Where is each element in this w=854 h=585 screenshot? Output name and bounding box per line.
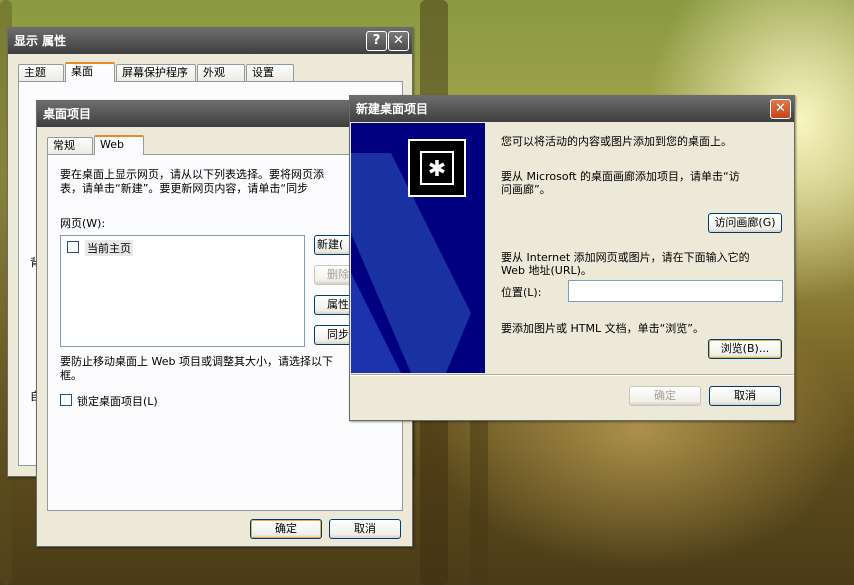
wizard-banner: ✱ [351, 123, 485, 373]
webpages-list[interactable]: 当前主页 [60, 235, 305, 347]
html-text: 要添加图片或 HTML 文档，单击“浏览”。 [501, 322, 704, 335]
list-item-label: 当前主页 [85, 240, 133, 256]
tab-screensaver[interactable]: 屏幕保护程序 [116, 64, 196, 81]
ok-button[interactable]: 确定 [629, 386, 701, 406]
webpages-label: 网页(W): [60, 217, 106, 230]
cancel-button[interactable]: 取消 [709, 386, 781, 406]
title-bar: 新建桌面项目 ✕ [350, 96, 794, 122]
tab-theme[interactable]: 主题 [18, 64, 64, 81]
divider [351, 374, 793, 376]
window-title: 显示 属性 [14, 34, 67, 48]
new-desktop-item-dialog: 新建桌面项目 ✕ ✱ 您可以将活动的内容或图片添加到您的桌面上。 要从 Micr… [349, 95, 795, 421]
internet-text: Web 地址(URL)。 [501, 264, 592, 277]
tab-web[interactable]: Web [94, 135, 144, 155]
cancel-button[interactable]: 取消 [329, 519, 401, 539]
list-item[interactable]: 当前主页 [67, 239, 177, 256]
lock-checkbox[interactable] [60, 394, 72, 406]
ok-button[interactable]: 确定 [250, 519, 322, 539]
tab-settings[interactable]: 设置 [246, 64, 294, 81]
svg-text:✱: ✱ [428, 157, 446, 182]
tab-strip: 常规 Web [47, 135, 347, 155]
lock-hint-text: 框。 [60, 369, 82, 382]
intro-text: 您可以将活动的内容或图片添加到您的桌面上。 [501, 135, 732, 148]
intro-text: 表，请单击“新建”。要更新网页内容，请单击“同步 [60, 182, 309, 195]
browse-button[interactable]: 浏览(B)... [708, 339, 782, 359]
tab-appearance[interactable]: 外观 [197, 64, 245, 81]
lock-hint-text: 要防止移动桌面上 Web 项目或调整其大小，请选择以下 [60, 355, 333, 368]
title-bar: 显示 属性 ? ✕ [8, 28, 412, 54]
help-button[interactable]: ? [366, 31, 387, 51]
tab-strip: 主题 桌面 屏幕保护程序 外观 设置 [18, 62, 408, 82]
location-input[interactable] [568, 280, 783, 302]
close-button[interactable]: ✕ [388, 31, 409, 51]
close-button[interactable]: ✕ [770, 99, 791, 119]
list-item-checkbox[interactable] [67, 241, 79, 253]
lock-label: 锁定桌面项目(L) [77, 395, 158, 408]
window-title: 新建桌面项目 [356, 102, 429, 116]
tab-general[interactable]: 常规 [47, 137, 93, 154]
window-title: 桌面项目 [43, 107, 92, 121]
location-label: 位置(L): [501, 286, 542, 299]
desktop-item-icon: ✱ [408, 139, 466, 197]
tab-desktop[interactable]: 桌面 [65, 62, 115, 82]
gallery-text: 问画廊”。 [501, 183, 551, 196]
visit-gallery-button[interactable]: 访问画廊(G) [708, 213, 782, 233]
